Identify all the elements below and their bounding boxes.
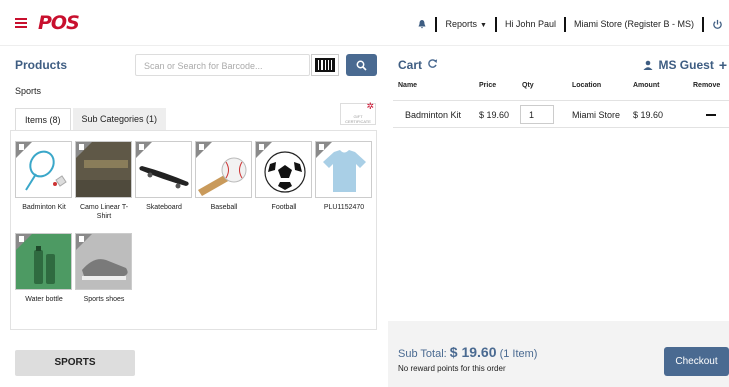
gift-certificate-button[interactable]: ✲ GIFT CERTIFICATE bbox=[340, 101, 376, 125]
products-panel: Products Scan or Search for Barcode... S… bbox=[10, 46, 378, 387]
cart-row: Badminton Kit $ 19.60 1 Miami Store $ 19… bbox=[393, 100, 729, 128]
product-tile[interactable]: Water bottle bbox=[15, 233, 73, 304]
product-tile[interactable]: Sports shoes bbox=[75, 233, 133, 304]
product-tabs: Items (8) Sub Categories (1) bbox=[15, 108, 167, 130]
product-name: Water bottle bbox=[25, 296, 63, 303]
tab-sub-categories[interactable]: Sub Categories (1) bbox=[72, 108, 167, 130]
product-name: Badminton Kit bbox=[22, 204, 66, 211]
breadcrumb: Sports bbox=[15, 86, 42, 96]
divider bbox=[435, 16, 438, 32]
product-thumbnail bbox=[255, 141, 312, 198]
top-bar: POS Reports ▼ Hi John Paul Miami Store (R… bbox=[0, 0, 729, 46]
divider bbox=[702, 16, 704, 32]
column-header-qty: Qty bbox=[522, 82, 534, 89]
gift-certificate-label: GIFT CERTIFICATE bbox=[345, 114, 371, 124]
remove-item-button[interactable] bbox=[706, 114, 716, 116]
store-register[interactable]: Miami Store (Register B - MS) bbox=[574, 19, 694, 29]
category-sports-button[interactable]: SPORTS bbox=[15, 350, 135, 376]
product-thumbnail bbox=[15, 141, 72, 198]
column-header-amount: Amount bbox=[633, 82, 660, 89]
subtotal: Sub Total: $ 19.60 (1 Item) bbox=[398, 344, 537, 360]
product-name: Camo Linear T-Shirt bbox=[79, 204, 129, 220]
pos-logo: POS bbox=[38, 12, 80, 34]
subtotal-value: $ 19.60 bbox=[449, 344, 497, 360]
product-thumbnail bbox=[315, 141, 372, 198]
product-tile[interactable]: Camo Linear T-Shirt bbox=[75, 141, 133, 221]
product-name: Sports shoes bbox=[83, 296, 125, 303]
barcode-button[interactable] bbox=[311, 54, 339, 76]
search-input[interactable]: Scan or Search for Barcode... bbox=[135, 54, 310, 76]
product-grid: Badminton Kit Camo Linear T-Shirt Skateb… bbox=[10, 130, 377, 330]
product-thumbnail bbox=[195, 141, 252, 198]
product-name: Skateboard bbox=[146, 204, 182, 211]
menu-icon[interactable] bbox=[15, 18, 27, 28]
quantity-input[interactable]: 1 bbox=[520, 105, 554, 124]
add-customer-icon[interactable]: + bbox=[719, 57, 727, 73]
cart-item-location: Miami Store bbox=[572, 110, 621, 120]
customer-name: MS Guest bbox=[658, 58, 714, 72]
reward-points-text: No reward points for this order bbox=[398, 364, 506, 373]
column-header-name: Name bbox=[398, 82, 418, 89]
cart-item-name: Badminton Kit bbox=[405, 110, 462, 120]
user-greeting[interactable]: Hi John Paul bbox=[505, 19, 556, 29]
tab-items[interactable]: Items (8) bbox=[15, 108, 71, 130]
customer-selector[interactable]: MS Guest + bbox=[643, 57, 727, 73]
search-button[interactable] bbox=[346, 54, 377, 76]
product-thumbnail bbox=[75, 233, 132, 290]
cart-item-price: $ 19.60 bbox=[479, 110, 510, 120]
products-title: Products bbox=[15, 58, 68, 72]
gift-bow-icon: ✲ bbox=[366, 101, 374, 111]
barcode-icon bbox=[315, 58, 335, 72]
product-thumbnail bbox=[135, 141, 192, 198]
column-header-remove: Remove bbox=[693, 82, 721, 89]
checkout-button[interactable]: Checkout bbox=[664, 347, 729, 376]
product-thumbnail bbox=[15, 233, 72, 290]
bell-icon[interactable] bbox=[417, 19, 427, 29]
product-thumbnail bbox=[75, 141, 132, 198]
divider bbox=[494, 16, 497, 32]
power-icon[interactable] bbox=[712, 19, 723, 30]
product-name: Baseball bbox=[210, 204, 238, 211]
column-header-price: Price bbox=[479, 82, 497, 89]
product-tile[interactable]: Skateboard bbox=[135, 141, 193, 212]
product-tile[interactable]: Badminton Kit bbox=[15, 141, 73, 212]
cart-title: Cart bbox=[398, 58, 423, 72]
top-nav: Reports ▼ Hi John Paul Miami Store (Regis… bbox=[417, 16, 723, 32]
divider bbox=[563, 16, 566, 32]
product-name: Football bbox=[271, 204, 297, 211]
cart-panel: Cart MS Guest + Name Price Qty Location … bbox=[388, 46, 729, 387]
subtotal-label: Sub Total: bbox=[398, 348, 447, 360]
product-tile[interactable]: PLU1152470 bbox=[315, 141, 373, 212]
product-tile[interactable]: Football bbox=[255, 141, 313, 212]
cart-item-amount: $ 19.60 bbox=[633, 110, 664, 120]
reports-menu[interactable]: Reports ▼ bbox=[445, 19, 486, 29]
user-icon bbox=[643, 60, 653, 70]
caret-down-icon: ▼ bbox=[480, 22, 487, 29]
subtotal-count: (1 Item) bbox=[499, 348, 538, 360]
search-icon bbox=[356, 60, 367, 71]
product-tile[interactable]: Baseball bbox=[195, 141, 253, 212]
refresh-icon[interactable] bbox=[427, 58, 438, 69]
column-header-location: Location bbox=[572, 82, 602, 89]
product-name: PLU1152470 bbox=[323, 204, 365, 211]
